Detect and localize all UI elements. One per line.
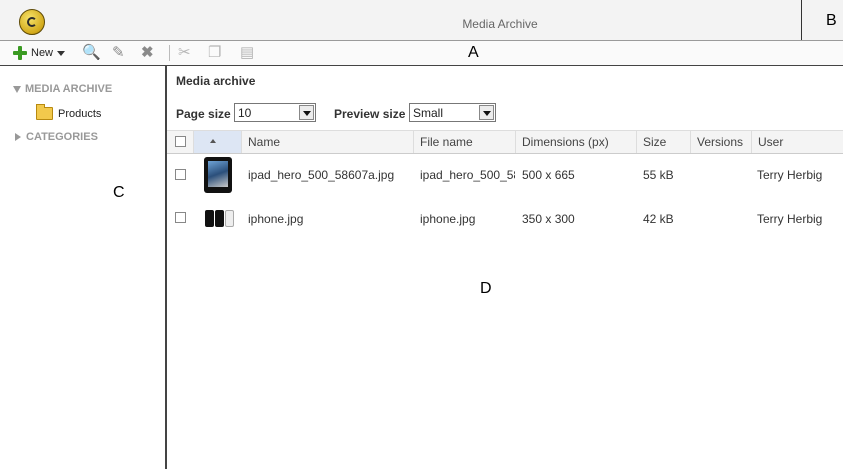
app-logo-icon[interactable] bbox=[19, 9, 45, 35]
annotation-c: C bbox=[113, 184, 125, 201]
table-row[interactable]: iphone.jpg iphone.jpg 350 x 300 42 kB Te… bbox=[167, 200, 843, 236]
page-size-label: Page size bbox=[176, 107, 231, 121]
expand-icon bbox=[13, 85, 21, 93]
annotation-d: D bbox=[480, 280, 492, 297]
toolbar-divider bbox=[169, 45, 170, 61]
edit-icon[interactable]: ✎ bbox=[112, 44, 125, 62]
iphone-thumbnail bbox=[225, 210, 234, 227]
table-header: Name File name Dimensions (px) Size Vers… bbox=[167, 130, 843, 154]
toolbar: New 🔍 ✎ ✖ ✂ ❐ ▤ A bbox=[0, 41, 843, 66]
row-checkbox[interactable] bbox=[175, 212, 186, 223]
select-all-checkbox[interactable] bbox=[175, 136, 186, 147]
table-row[interactable]: ipad_hero_500_58607a.jpg ipad_hero_500_5… bbox=[167, 154, 843, 198]
cell-file-name: iphone.jpg bbox=[420, 212, 476, 226]
tree-label: MEDIA ARCHIVE bbox=[25, 83, 113, 95]
cell-dimensions: 500 x 665 bbox=[522, 168, 575, 182]
tree-item-products[interactable]: Products bbox=[36, 104, 102, 120]
folder-icon bbox=[36, 104, 53, 120]
tree-label: CATEGORIES bbox=[26, 131, 98, 143]
preview-size-select[interactable]: Small bbox=[409, 103, 496, 122]
chevron-down-icon bbox=[299, 105, 314, 120]
tree-label: Products bbox=[58, 107, 102, 120]
preview-size-label: Preview size bbox=[334, 107, 406, 121]
new-button-label: New bbox=[31, 47, 54, 59]
collapse-icon bbox=[15, 133, 21, 141]
cell-size: 42 kB bbox=[643, 212, 674, 226]
ipad-thumbnail bbox=[204, 157, 232, 193]
sidebar: MEDIA ARCHIVE Products CATEGORIES C bbox=[0, 66, 167, 469]
column-header-size[interactable]: Size bbox=[636, 131, 690, 153]
title-divider bbox=[801, 0, 802, 40]
tree-item-categories[interactable]: CATEGORIES bbox=[15, 131, 98, 143]
iphone-thumbnail bbox=[205, 210, 214, 227]
window-title: Media Archive bbox=[462, 17, 538, 31]
cell-name[interactable]: iphone.jpg bbox=[248, 212, 408, 226]
sort-ascending-icon bbox=[210, 139, 216, 143]
cut-icon[interactable]: ✂ bbox=[178, 44, 191, 62]
copy-icon[interactable]: ❐ bbox=[208, 44, 221, 62]
preview-size-value: Small bbox=[413, 106, 444, 120]
column-header-user[interactable]: User bbox=[751, 131, 843, 153]
paste-icon[interactable]: ▤ bbox=[240, 44, 254, 62]
annotation-b: B bbox=[826, 12, 837, 29]
main-panel: Media archive Page size 10 Preview size … bbox=[167, 66, 843, 469]
column-header-dimensions[interactable]: Dimensions (px) bbox=[515, 131, 636, 153]
add-icon bbox=[13, 46, 27, 60]
sort-column-header[interactable] bbox=[193, 131, 241, 153]
cell-file-name: ipad_hero_500_58607a.jpg bbox=[420, 168, 515, 182]
cell-user: Terry Herbig bbox=[757, 168, 823, 182]
page-size-select[interactable]: 10 bbox=[234, 103, 316, 122]
cell-dimensions: 350 x 300 bbox=[522, 212, 575, 226]
tree-item-media-archive[interactable]: MEDIA ARCHIVE bbox=[13, 83, 112, 95]
annotation-a: A bbox=[468, 44, 479, 61]
row-checkbox[interactable] bbox=[175, 169, 186, 180]
column-header-versions[interactable]: Versions bbox=[690, 131, 751, 153]
title-bar: Media Archive B bbox=[0, 0, 843, 41]
page-size-value: 10 bbox=[238, 106, 252, 120]
delete-icon[interactable]: ✖ bbox=[141, 44, 154, 62]
column-header-file-name[interactable]: File name bbox=[413, 131, 515, 153]
chevron-down-icon bbox=[479, 105, 494, 120]
cell-size: 55 kB bbox=[643, 168, 674, 182]
cell-user: Terry Herbig bbox=[757, 212, 823, 226]
search-icon[interactable]: 🔍 bbox=[82, 44, 101, 62]
iphone-thumbnail bbox=[215, 210, 224, 227]
cell-name[interactable]: ipad_hero_500_58607a.jpg bbox=[248, 168, 408, 182]
chevron-down-icon bbox=[57, 50, 66, 56]
new-button[interactable]: New bbox=[13, 44, 66, 62]
column-header-name[interactable]: Name bbox=[241, 131, 413, 153]
page-title: Media archive bbox=[176, 74, 256, 88]
